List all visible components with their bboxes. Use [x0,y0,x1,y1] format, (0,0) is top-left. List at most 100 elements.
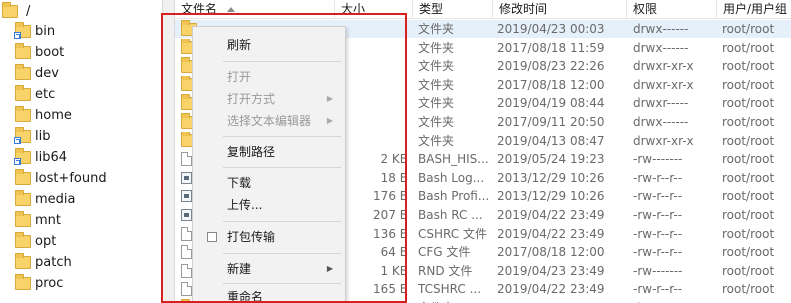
column-header-size[interactable]: 大小 [335,0,413,19]
menu-item-open[interactable]: 打开 [193,66,345,88]
folder-icon [15,169,31,185]
file-size: 207 B [373,208,408,222]
file-type: BASH_HIS... [418,152,489,167]
file-owner: root/root [722,133,775,148]
file-type: Bash Profi... [418,189,490,204]
tree-item[interactable]: lib64 [14,147,68,168]
tree-item[interactable]: opt [15,231,56,252]
tree-item[interactable]: boot [15,42,64,63]
file-modified: 2017/08/18 12:00 [497,77,605,92]
column-header-modified[interactable]: 修改时间 [493,0,627,19]
file-size: 136 B [373,226,408,241]
file-owner: root/root [722,263,775,278]
file-type: RND 文件 [418,263,473,278]
tree-item-label: mnt [35,213,61,228]
tree-item[interactable]: media [15,189,76,210]
file-permissions: -rw-r--r-- [633,208,683,222]
tree-item-label: dev [35,66,59,81]
file-icon [181,245,192,260]
file-size: 165 B [373,282,408,297]
tree-root[interactable]: / [2,1,30,20]
file-modified: 2019/04/23 00:03 [497,22,605,36]
file-type: TCSHRC ... [418,282,482,297]
column-header-type[interactable]: 类型 [413,0,493,19]
column-header-permissions[interactable]: 权限 [627,0,717,19]
menu-item-choose-editor-label: 选择文本编辑器 [227,114,312,128]
file-permissions: drwxr-xr-x [633,299,717,303]
menu-item-upload[interactable]: 上传... [193,194,345,216]
tree-item-label: patch [35,255,72,270]
file-modified: 2019/04/22 23:49 [497,226,605,241]
context-menu: 刷新 打开 打开方式 ▶ 选择文本编辑器 ▶ 复制路径 下载 上传... 打包传输 … [192,26,346,303]
file-owner: root/root [722,170,775,185]
folder-icon [15,253,31,269]
file-modified: 2019/04/22 23:49 [497,282,605,297]
column-header-owner[interactable]: 用户/用户组 [717,0,791,19]
tree-item[interactable]: bin [14,21,56,42]
tree-item[interactable]: lost+found [15,168,107,189]
file-modified: 2017/09/11 20:50 [497,115,605,129]
file-permissions: -rw-r--r-- [633,170,683,185]
file-size: 2 KB [380,152,408,167]
file-icon [181,152,192,167]
tree-scrollbar[interactable] [163,0,175,303]
file-modified: 2019/04/22 23:49 [497,208,605,222]
checkbox-icon[interactable] [207,232,217,242]
file-icon [181,282,192,297]
file-modified: 2017/08/18 11:59 [497,40,605,55]
file-owner: root/root [722,226,775,241]
file-type: 文件夹 [418,115,455,129]
menu-item-new[interactable]: 新建 ▶ [193,258,345,280]
tree-item-label: lib64 [35,150,68,165]
file-owner: root/root [722,96,775,111]
file-permissions: drwxr-xr-x [633,59,694,74]
file-type: 文件夹 [418,59,455,74]
file-list-header: 文件名 大小 类型 修改时间 权限 用户/用户组 [175,0,791,19]
tree-item[interactable]: lib [14,126,50,147]
shortcut-arrow-icon [14,32,21,39]
folder-icon [15,85,31,101]
menu-item-pack-transfer[interactable]: 打包传输 [193,226,345,248]
file-size [340,39,408,57]
document-icon [181,171,192,184]
menu-item-copy-path[interactable]: 复制路径 [193,141,345,163]
tree-item[interactable]: etc [15,84,55,105]
file-type: 文件夹 [418,22,455,36]
submenu-arrow-icon: ▶ [326,116,333,125]
file-owner: root/root [722,59,775,74]
file-owner: root/root [722,152,775,167]
menu-item-open-with[interactable]: 打开方式 ▶ [193,88,345,110]
tree-item-label: opt [35,234,57,249]
menu-separator [223,221,341,222]
tree-item-label: boot [35,45,65,60]
file-size: 176 B [373,189,408,204]
column-header-name[interactable]: 文件名 [175,0,335,19]
file-icon [181,263,192,278]
file-permissions: -rw------- [633,152,683,167]
file-type: 文件夹 [418,96,455,111]
submenu-arrow-icon: ▶ [326,264,333,273]
folder-icon [15,190,31,206]
folder-icon [15,106,31,122]
file-permissions: -rw-r--r-- [633,189,683,204]
tree-item[interactable]: patch [15,252,72,273]
tree-item[interactable]: home [15,105,72,126]
folder-icon [2,1,18,18]
file-permissions: -rw-r--r-- [633,226,683,241]
menu-item-refresh[interactable]: 刷新 [193,34,345,56]
file-owner: root/root [722,282,775,297]
menu-item-download[interactable]: 下载 [193,172,345,194]
file-modified: 2013/12/29 10:26 [497,170,605,185]
tree-item-label: lost+found [35,171,107,186]
menu-item-choose-editor[interactable]: 选择文本编辑器 ▶ [193,110,345,132]
tree-item[interactable]: dev [15,63,59,84]
tree-item[interactable]: mnt [15,210,61,231]
menu-item-rename[interactable]: 重命名 [193,286,345,303]
folder-link-icon [14,148,31,165]
directory-tree[interactable]: / bin boot dev etc home lib lib64 lost+found med… [0,0,163,303]
tree-item-label: bin [35,24,56,39]
folder-icon [15,43,31,59]
file-icon [181,226,192,241]
tree-item[interactable]: proc [15,273,63,294]
file-modified: 2019/03/29 08:47 [497,299,627,303]
